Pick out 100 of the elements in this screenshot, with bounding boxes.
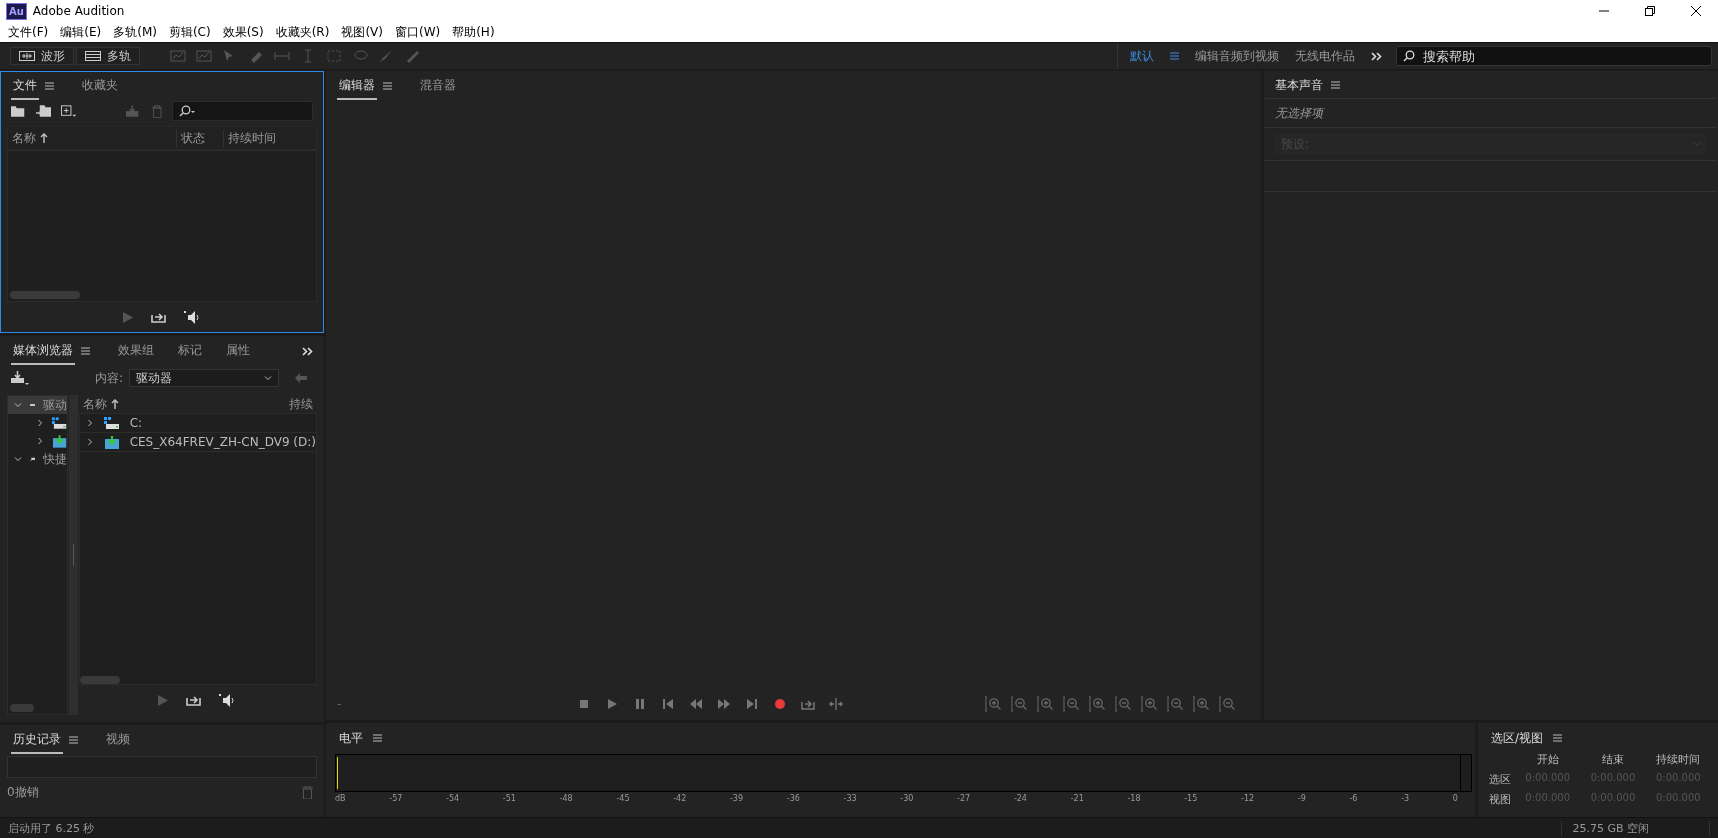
export-icon[interactable]: [150, 311, 166, 323]
chevron-down-icon[interactable]: [14, 455, 22, 463]
chevron-down-icon[interactable]: [14, 401, 22, 409]
menu-item[interactable]: 视图(V): [335, 23, 389, 41]
import-icon[interactable]: [11, 371, 29, 385]
menu-icon[interactable]: [45, 82, 54, 90]
panel-tab[interactable]: 属性: [224, 337, 252, 365]
record-icon[interactable]: [773, 698, 787, 710]
menu-item[interactable]: 编辑(E): [54, 23, 108, 41]
pause-icon[interactable]: [633, 698, 647, 710]
chevron-right-icon[interactable]: [36, 437, 44, 445]
panel-tab[interactable]: 标记: [176, 337, 204, 365]
menu-item[interactable]: 文件(F): [2, 23, 55, 41]
mode-button[interactable]: 波形: [10, 47, 74, 65]
list-item[interactable]: C:: [79, 414, 316, 433]
disk-space: 25.75 GB 空闲: [1561, 820, 1710, 836]
menu-item[interactable]: 窗口(W): [388, 23, 447, 41]
zoom-in-icon[interactable]: [1088, 696, 1106, 712]
panel-title: 电平: [339, 729, 363, 747]
column-header[interactable]: 持续时间: [223, 129, 312, 147]
chevron-right-icon[interactable]: [85, 438, 94, 446]
scrollbar[interactable]: [10, 291, 80, 299]
tool-icon[interactable]: [352, 49, 368, 63]
play-icon[interactable]: [158, 694, 169, 706]
rewind-icon[interactable]: [689, 698, 703, 710]
workspace-tab[interactable]: 编辑音频到视频: [1195, 47, 1279, 65]
tree-item[interactable]: 驱动: [8, 396, 68, 414]
stop-icon[interactable]: [577, 698, 591, 710]
chevron-right-icon[interactable]: [85, 419, 94, 427]
column-header[interactable]: 持续: [289, 395, 313, 413]
new-file-icon[interactable]: [61, 104, 78, 118]
column-header[interactable]: 名称: [82, 395, 107, 413]
folder-icon[interactable]: [11, 105, 27, 117]
panel-tab[interactable]: 媒体浏览器: [11, 337, 75, 365]
back-arrow-icon[interactable]: [295, 373, 308, 383]
play-icon[interactable]: [605, 698, 619, 710]
more-icon[interactable]: [302, 346, 313, 356]
panel-tab[interactable]: 视频: [104, 726, 132, 754]
zoom-out-icon[interactable]: [1218, 696, 1236, 712]
menu-item[interactable]: 多轨(M): [107, 23, 163, 41]
export-icon[interactable]: [186, 694, 202, 706]
panel-title: 选区/视图: [1491, 729, 1544, 747]
skip-back-icon[interactable]: [661, 698, 675, 710]
zoom-out-icon[interactable]: [1062, 696, 1080, 712]
zoom-in-icon[interactable]: [984, 696, 1002, 712]
search-field[interactable]: [172, 101, 313, 121]
panel-tab[interactable]: 收藏夹: [80, 72, 120, 100]
sort-arrow-icon[interactable]: [40, 133, 48, 143]
skip-forward-icon[interactable]: [745, 698, 759, 710]
speaker-icon[interactable]: [183, 310, 202, 324]
zoom-out-icon[interactable]: [1114, 696, 1132, 712]
tree-item[interactable]: 快捷: [8, 450, 68, 468]
list-item[interactable]: CES_X64FREV_ZH-CN_DV9 (D:): [79, 433, 316, 452]
panel-tab[interactable]: 效果组: [116, 337, 156, 365]
scrollbar[interactable]: [79, 676, 120, 684]
menu-icon[interactable]: [373, 734, 382, 742]
import-folder-icon[interactable]: [36, 104, 52, 118]
close-icon[interactable]: [1690, 5, 1702, 17]
menu-item[interactable]: 收藏夹(R): [269, 23, 336, 41]
panel-tab[interactable]: 编辑器: [337, 72, 377, 100]
panel-tab[interactable]: 混音器: [418, 72, 458, 100]
zoom-in-icon[interactable]: [1140, 696, 1158, 712]
menu-icon[interactable]: [1553, 734, 1563, 742]
trash-icon[interactable]: [302, 786, 313, 799]
menu-item[interactable]: 效果(S): [216, 23, 270, 41]
column-header[interactable]: 名称: [12, 129, 36, 147]
sort-arrow-icon[interactable]: [110, 399, 119, 409]
panel-tab[interactable]: 文件: [11, 72, 39, 100]
scale-label: -48: [559, 794, 573, 803]
menu-icon[interactable]: [1170, 52, 1179, 60]
menu-icon[interactable]: [69, 736, 78, 744]
menu-item[interactable]: 帮助(H): [446, 23, 501, 41]
zoom-in-icon[interactable]: [1192, 696, 1210, 712]
zoom-out-icon[interactable]: [1166, 696, 1184, 712]
content-dropdown[interactable]: 驱动器: [129, 369, 280, 387]
fast-forward-icon[interactable]: [717, 698, 731, 710]
skip-selection-icon[interactable]: [829, 698, 843, 710]
loop-icon[interactable]: [801, 698, 815, 710]
menu-icon[interactable]: [383, 82, 392, 90]
menu-item[interactable]: 剪辑(C): [162, 23, 217, 41]
column-header[interactable]: 状态: [176, 129, 219, 147]
tool-icon[interactable]: [196, 49, 212, 63]
scale-label: -9: [1297, 794, 1306, 803]
workspace-tab[interactable]: 无线电作品: [1295, 47, 1355, 65]
tool-icon[interactable]: [378, 49, 394, 63]
mode-button[interactable]: 多轨: [76, 47, 140, 65]
restore-icon[interactable]: [1644, 5, 1656, 17]
panel-tab[interactable]: 历史记录: [11, 726, 63, 754]
menu-icon[interactable]: [81, 347, 90, 355]
search-field[interactable]: 搜索帮助: [1396, 46, 1712, 66]
chevron-right-icon[interactable]: [36, 419, 44, 427]
menu-icon[interactable]: [1331, 81, 1340, 89]
play-icon[interactable]: [122, 311, 133, 323]
tool-icon[interactable]: [170, 49, 186, 63]
trash-icon[interactable]: [151, 104, 163, 118]
more-icon[interactable]: [1371, 51, 1382, 61]
workspace-tab[interactable]: 默认: [1130, 47, 1154, 65]
scrollbar[interactable]: [10, 704, 34, 712]
zoom-out-icon[interactable]: [1010, 696, 1028, 712]
zoom-in-icon[interactable]: [1036, 696, 1054, 712]
